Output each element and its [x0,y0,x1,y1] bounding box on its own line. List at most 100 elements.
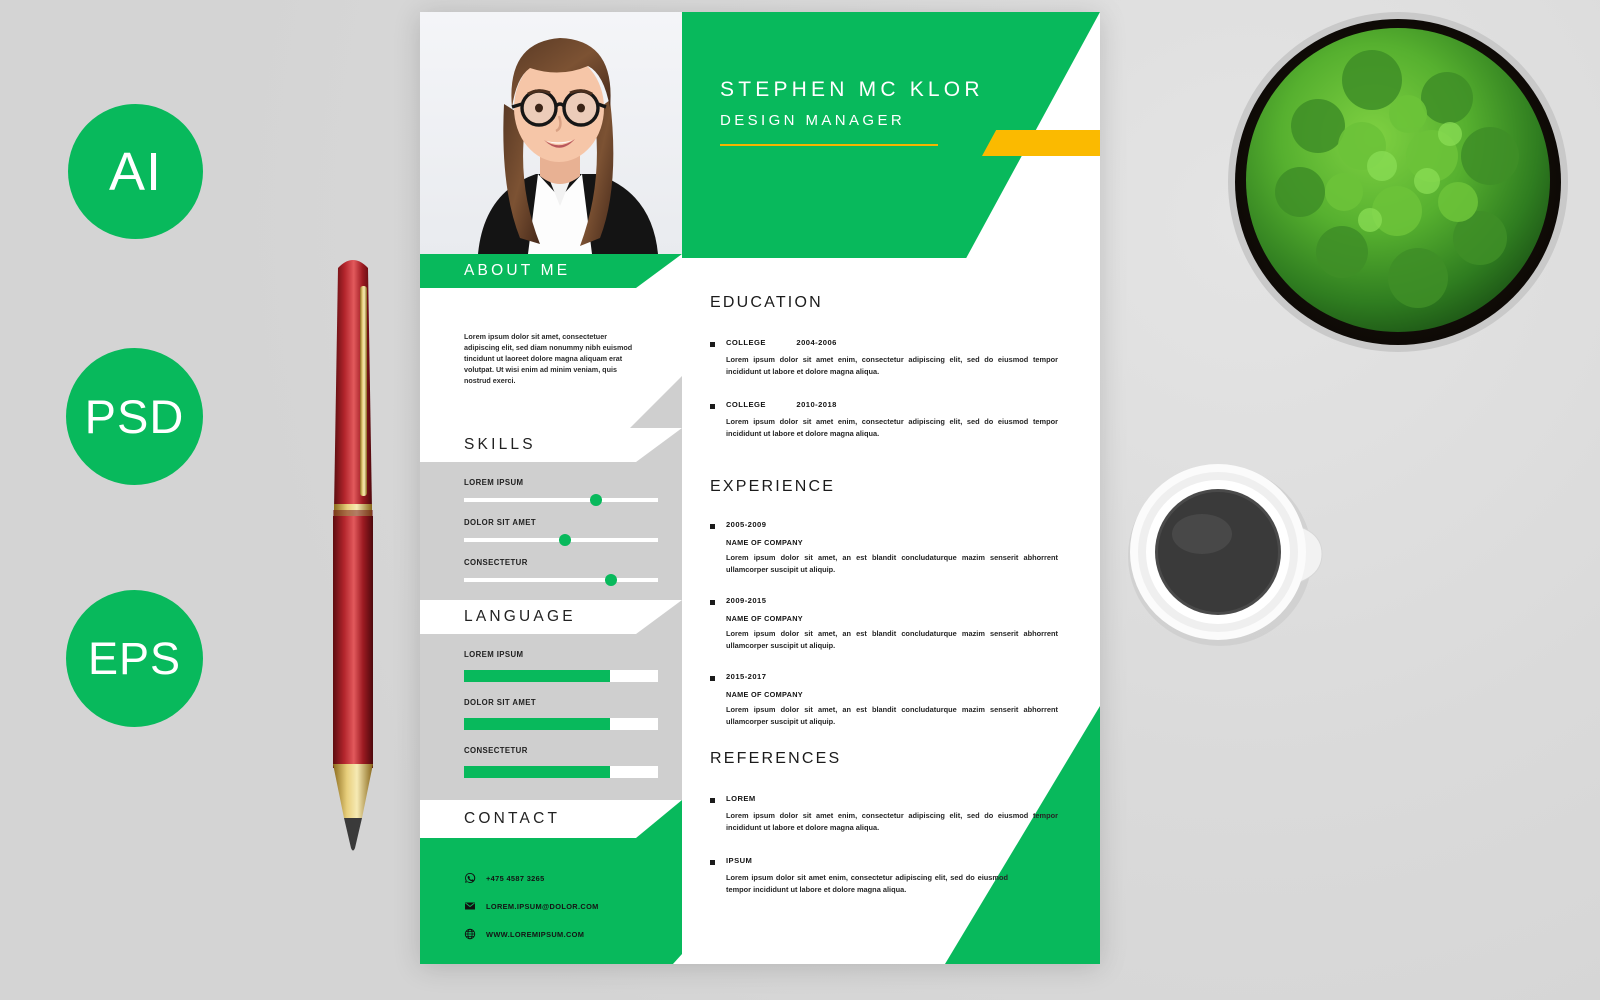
skill-label: LOREM IPSUM [464,478,524,487]
language-item: LOREM IPSUM [420,634,682,682]
skill-item: DOLOR SIT AMET [420,502,682,546]
language-item: DOLOR SIT AMET [420,682,682,730]
education-text: Lorem ipsum dolor sit amet enim, consect… [726,416,1058,438]
coffee-prop [1128,464,1323,646]
contact-website-row[interactable]: WWW.LOREMIPSUM.COM [420,912,682,940]
skill-item: CONSECTETUR [420,542,682,600]
about-body: Lorem ipsum dolor sit amet, consectetuer… [420,288,682,428]
format-badge-ai: AI [68,104,203,239]
language-label: LOREM IPSUM [464,650,524,659]
education-years: 2010-2018 [796,399,837,409]
plant-prop [1228,12,1568,352]
candidate-name: STEPHEN MC KLOR [720,78,984,101]
reference-entry: IPSUM Lorem ipsum dolor sit amet enim, c… [710,856,1008,896]
profile-photo [420,12,682,254]
language-bar-fill [464,718,610,730]
education-head: COLLEGE 2010-2018 [726,400,1058,409]
experience-entry: 2005-2009 NAME OF COMPANY Lorem ipsum do… [710,520,1058,576]
bullet-square [710,675,715,681]
education-entry: COLLEGE 2004-2006 Lorem ipsum dolor sit … [710,338,1058,378]
contact-panel: +475 4587 3265 LOREM.IPSUM@DOLOR.COM WWW… [420,838,682,964]
format-badge-psd: PSD [66,348,203,485]
experience-company: NAME OF COMPANY [726,538,803,547]
format-badge-eps: EPS [66,590,203,727]
contact-phone-row[interactable]: +475 4587 3265 [420,838,682,884]
resume-page: STEPHEN MC KLOR DESIGN MANAGER ABOUT ME … [420,12,1100,964]
education-years: 2004-2006 [796,338,837,347]
contact-website: WWW.LOREMIPSUM.COM [486,929,585,939]
experience-years: 2005-2009 [726,520,767,529]
experience-entry: 2009-2015 NAME OF COMPANY Lorem ipsum do… [710,596,1058,652]
header-yellow-accent [982,130,1100,156]
language-label: DOLOR SIT AMET [464,698,537,707]
band-cut [636,254,682,288]
education-title: EDUCATION [710,294,823,311]
band-cut [636,428,682,462]
band-cut [636,600,682,634]
experience-entry: 2015-2017 NAME OF COMPANY Lorem ipsum do… [710,672,1058,728]
language-bar-fill [464,670,610,682]
skills-language-panel: SKILLS LOREM IPSUM DOLOR SIT AMET CONSEC… [420,428,682,800]
experience-company: NAME OF COMPANY [726,613,803,623]
skill-handle[interactable] [558,534,571,546]
education-text: Lorem ipsum dolor sit amet enim, consect… [726,355,1058,376]
experience-years: 2009-2015 [726,595,767,605]
resume-header: STEPHEN MC KLOR DESIGN MANAGER [682,12,1100,258]
experience-company: NAME OF COMPANY [726,689,803,699]
skills-title: SKILLS [464,436,536,453]
experience-years: 2015-2017 [726,671,767,681]
experience-text: Lorem ipsum dolor sit amet, an est bland… [726,628,1058,650]
bullet-square [710,403,715,409]
section-header-about: ABOUT ME [420,254,682,288]
experience-text: Lorem ipsum dolor sit amet, an est bland… [726,704,1058,726]
reference-name: IPSUM [726,855,753,865]
format-badge-eps-label: EPS [87,633,182,684]
experience-text: Lorem ipsum dolor sit amet, an est bland… [726,553,1058,574]
about-text: Lorem ipsum dolor sit amet, consectetuer… [464,332,633,385]
format-badge-psd-label: PSD [84,390,185,443]
skill-handle[interactable] [589,494,602,506]
skill-label: CONSECTETUR [464,558,528,567]
skill-label: DOLOR SIT AMET [464,518,537,527]
bullet-square [710,342,715,347]
bullet-square [710,599,715,605]
reference-name: LOREM [726,794,756,803]
about-title: ABOUT ME [464,262,571,279]
contact-phone: +475 4587 3265 [486,873,545,883]
main-column: EDUCATION COLLEGE 2004-2006 Lorem ipsum … [682,258,1100,964]
experience-title: EXPERIENCE [710,478,836,495]
language-title: LANGUAGE [464,608,576,625]
bullet-square [710,798,715,803]
contact-title: CONTACT [464,810,561,827]
language-bar [464,766,658,778]
language-label: CONSECTETUR [464,746,528,755]
contact-corner-cut [626,954,682,964]
language-bar [464,718,658,730]
section-header-skills: SKILLS [420,428,682,462]
band-cut [636,800,682,838]
sidebar: ABOUT ME Lorem ipsum dolor sit amet, con… [420,254,682,964]
language-bar-fill [464,766,610,778]
section-header-contact: CONTACT [420,800,682,838]
reference-text: Lorem ipsum dolor sit amet enim, consect… [726,811,1058,832]
reference-entry: LOREM Lorem ipsum dolor sit amet enim, c… [710,794,1058,834]
about-corner-cut [630,376,682,428]
globe-icon [464,928,476,940]
pen-prop [333,260,373,851]
education-institution: COLLEGE [726,399,766,409]
format-badge-ai-label: AI [108,141,163,202]
skill-item: LOREM IPSUM [420,462,682,506]
skill-slider[interactable] [464,534,658,546]
header-underline [720,144,938,146]
contact-email-row[interactable]: LOREM.IPSUM@DOLOR.COM [420,884,682,912]
section-header-language: LANGUAGE [420,600,682,634]
contact-email: LOREM.IPSUM@DOLOR.COM [486,901,599,911]
language-bar [464,670,658,682]
skill-slider[interactable] [464,574,658,586]
envelope-icon [465,902,475,910]
skill-handle[interactable] [605,574,618,586]
bullet-square [710,859,715,865]
language-item: CONSECTETUR [420,730,682,798]
skill-slider[interactable] [464,494,658,506]
education-head: COLLEGE 2004-2006 [726,338,1058,347]
